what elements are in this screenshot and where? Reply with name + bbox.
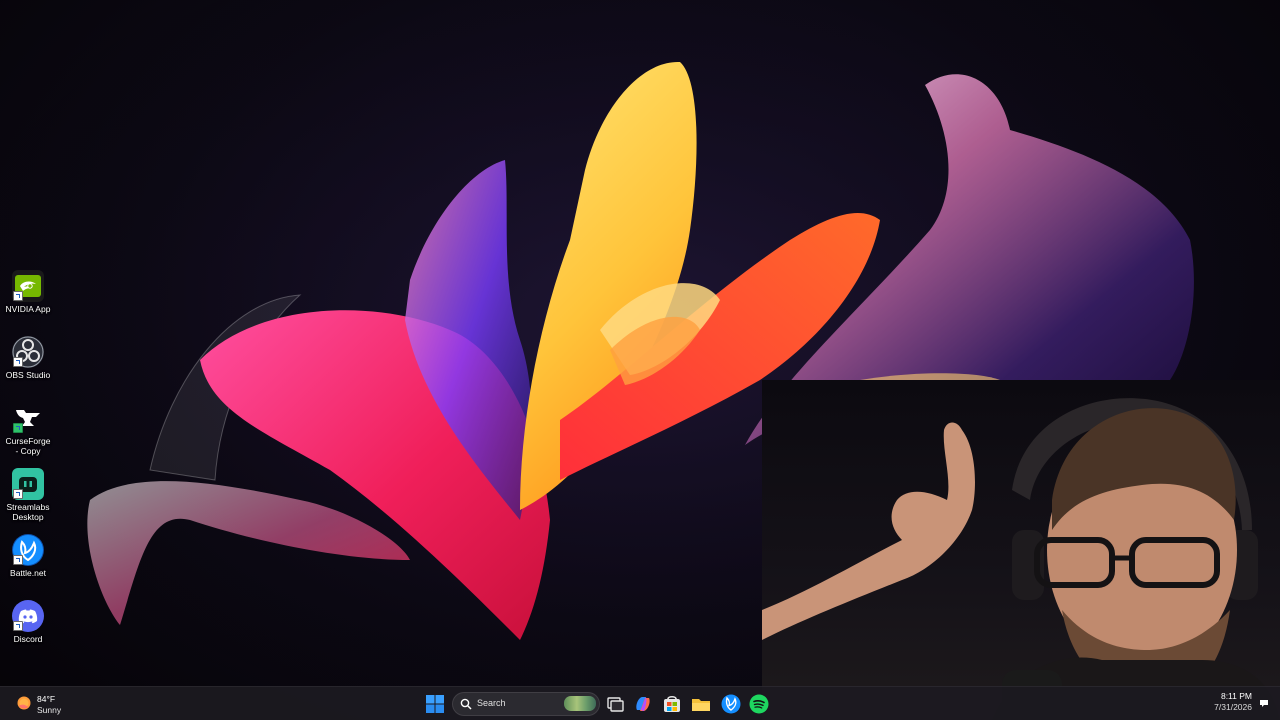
search-placeholder: Search <box>477 698 506 708</box>
battlenet-icon <box>12 534 44 566</box>
copilot-icon[interactable] <box>632 693 654 715</box>
sun-icon <box>17 696 31 710</box>
battlenet-icon[interactable] <box>720 693 742 715</box>
webcam-overlay <box>762 380 1280 720</box>
shortcut-arrow-icon <box>13 357 23 367</box>
notification-bell-icon[interactable] <box>1258 697 1270 709</box>
desktop-icon-nvidia-app[interactable]: NVIDIA App <box>4 270 52 332</box>
weather-temperature: 84°F <box>37 694 56 704</box>
streamlabs-icon <box>12 468 44 500</box>
desktop-icon-obs-studio[interactable]: OBS Studio <box>4 336 52 398</box>
shortcut-arrow-icon <box>13 621 23 631</box>
search-icon <box>460 698 472 710</box>
weather-widget[interactable]: 84°F Sunny <box>14 691 84 717</box>
search-highlight-image <box>564 696 596 711</box>
spotify-icon[interactable] <box>748 693 770 715</box>
webcam-person-silhouette <box>762 398 1280 720</box>
weather-condition: Sunny <box>37 705 62 715</box>
taskbar: 84°F Sunny Search 8:11 PM 7/31/2026 <box>0 686 1280 720</box>
obs-icon <box>12 336 44 368</box>
clock-time: 8:11 PM <box>1220 691 1252 701</box>
desktop-icon-label: CurseForge - Copy <box>5 436 51 456</box>
store-icon[interactable] <box>661 693 683 715</box>
system-clock[interactable]: 8:11 PM 7/31/2026 <box>1192 691 1252 713</box>
taskbar-search-box[interactable]: Search <box>452 692 600 716</box>
task-view-icon[interactable] <box>604 693 626 715</box>
desktop: NVIDIA App OBS Studio CurseForge - Copy … <box>0 0 1280 720</box>
desktop-icon-streamlabs[interactable]: Streamlabs Desktop <box>4 468 52 530</box>
windows-start-icon[interactable] <box>424 693 446 715</box>
desktop-icon-label: Streamlabs Desktop <box>6 502 50 522</box>
desktop-icon-curseforge[interactable]: CurseForge - Copy <box>4 402 52 464</box>
desktop-icon-label: NVIDIA App <box>5 304 51 314</box>
desktop-icon-battlenet[interactable]: Battle.net <box>4 534 52 596</box>
shortcut-arrow-icon <box>13 489 23 499</box>
curseforge-icon <box>12 402 44 434</box>
folder-icon[interactable] <box>690 693 712 715</box>
desktop-icon-label: Discord <box>13 634 43 644</box>
desktop-icon-label: OBS Studio <box>5 370 51 380</box>
shortcut-arrow-icon <box>13 555 23 565</box>
nvidia-icon <box>12 270 44 302</box>
shortcut-arrow-icon <box>13 423 23 433</box>
desktop-icon-discord[interactable]: Discord <box>4 600 52 662</box>
discord-icon <box>12 600 44 632</box>
clock-date: 7/31/2026 <box>1214 702 1252 712</box>
desktop-icon-label: Battle.net <box>10 568 46 578</box>
shortcut-arrow-icon <box>13 291 23 301</box>
